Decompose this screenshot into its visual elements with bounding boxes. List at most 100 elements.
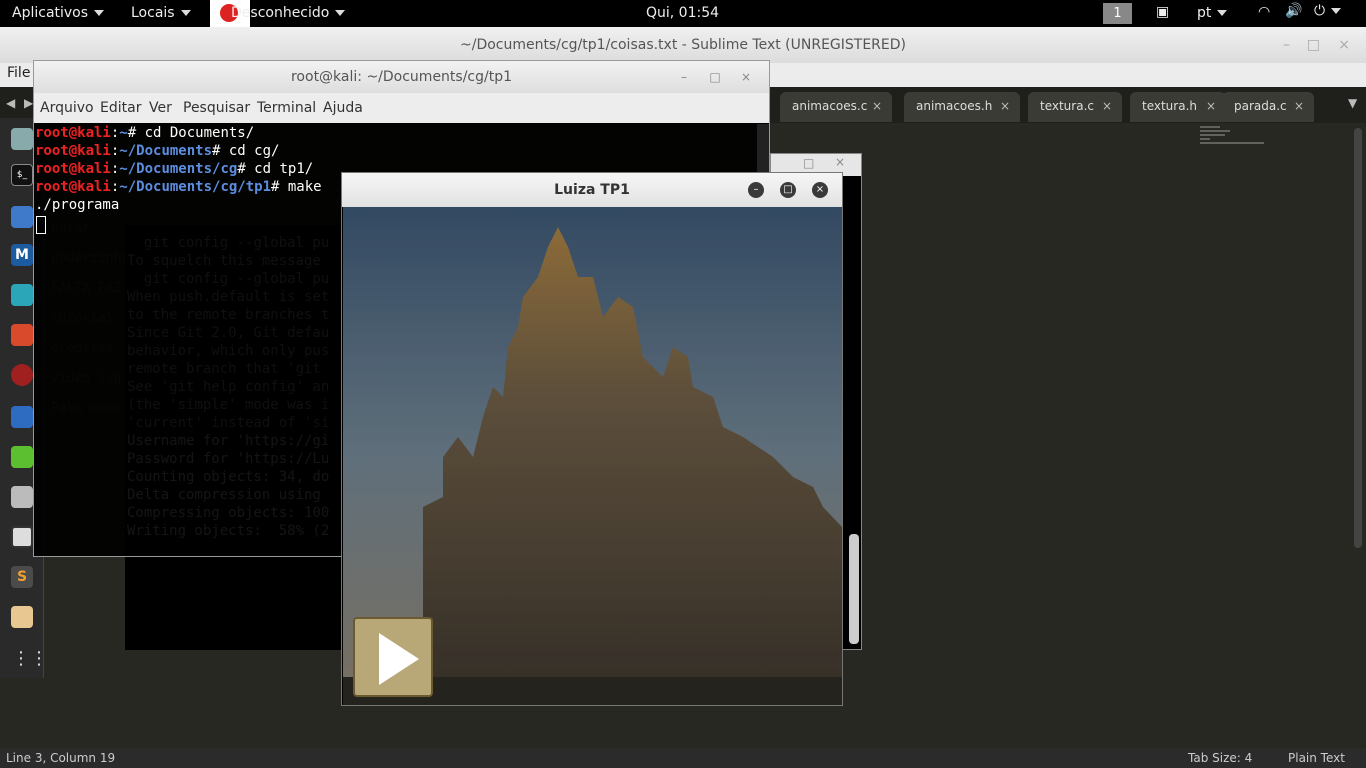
tab-textura-c[interactable]: textura.c × <box>1028 92 1122 122</box>
prompt-path: ~/Documents/cg <box>119 161 238 177</box>
command-text: # cd cg/ <box>212 143 280 159</box>
keyboard-layout-label: pt <box>1197 5 1212 21</box>
tab-size-indicator[interactable]: Tab Size: 4 <box>1188 748 1252 768</box>
terminal-last-line: ./programa <box>35 197 120 213</box>
show-apps-icon[interactable]: ⋮⋮ <box>12 648 48 669</box>
maximize-icon[interactable]: □ <box>803 156 814 170</box>
tab-animacoes-h[interactable]: animacoes.h × <box>904 92 1020 122</box>
sublime-maximize-button[interactable]: □ <box>1307 27 1320 63</box>
chevron-down-icon <box>1217 10 1228 16</box>
play-button[interactable] <box>353 617 433 697</box>
close-icon[interactable]: × <box>1000 92 1010 120</box>
terminal-line: root@kali:~/Documents/cg# cd tp1/ <box>35 161 314 177</box>
close-icon[interactable]: × <box>1294 92 1304 120</box>
wifi-icon[interactable]: ◠ <box>1258 4 1270 20</box>
close-icon[interactable]: × <box>738 69 754 85</box>
sublime-title-bar: ~/Documents/cg/tp1/coisas.txt - Sublime … <box>0 27 1366 63</box>
tab-parada-c[interactable]: parada.c × <box>1222 92 1314 122</box>
terminal-cursor <box>36 216 46 234</box>
terminal-scrollbar[interactable] <box>849 534 859 644</box>
burpsuite-icon[interactable] <box>11 324 33 346</box>
prompt-user: root@kali <box>35 125 111 141</box>
ghost-app-icon[interactable] <box>11 128 33 150</box>
tab-overflow-icon[interactable]: ▼ <box>1348 96 1357 110</box>
tab-label: textura.c <box>1040 99 1094 113</box>
maximize-icon[interactable]: □ <box>780 182 796 198</box>
recorder-icon[interactable] <box>11 526 33 548</box>
faraday-icon[interactable] <box>11 364 33 386</box>
armitage-icon[interactable] <box>11 284 33 306</box>
chevron-down-icon <box>94 10 105 16</box>
menu-ver[interactable]: Ver <box>149 93 172 123</box>
sublime-close-button[interactable]: × <box>1338 27 1350 63</box>
tab-textura-h[interactable]: textura.h × <box>1130 92 1226 122</box>
prompt-path: ~ <box>119 125 128 141</box>
sublime-title: ~/Documents/cg/tp1/coisas.txt - Sublime … <box>460 37 906 53</box>
terminal-output[interactable]: root@kali:~# cd Documents/ root@kali:~/D… <box>35 124 322 234</box>
clock[interactable]: Qui, 01:54 <box>646 5 719 21</box>
sublime-minimize-button[interactable]: – <box>1283 27 1290 63</box>
menu-pesquisar[interactable]: Pesquisar <box>183 93 250 123</box>
applications-label: Aplicativos <box>12 5 89 21</box>
menu-ajuda[interactable]: Ajuda <box>323 93 363 123</box>
minimap[interactable] <box>1200 124 1270 164</box>
power-icon[interactable]: ⏻ <box>1314 3 1342 19</box>
menu-terminal[interactable]: Terminal <box>257 93 316 123</box>
close-icon[interactable]: × <box>1206 92 1216 120</box>
sublime-text-icon[interactable]: S <box>11 566 33 588</box>
minimize-icon[interactable]: – <box>676 69 692 85</box>
luiza-title-bar: Luiza TP1 <box>342 173 842 207</box>
applications-menu[interactable]: Aplicativos <box>12 5 105 21</box>
keyboard-layout-menu[interactable]: pt <box>1197 5 1228 21</box>
chevron-down-icon <box>335 10 346 16</box>
maltego-icon[interactable] <box>11 406 33 428</box>
close-icon[interactable]: × <box>812 182 828 198</box>
sublime-scrollbar[interactable] <box>1354 128 1362 548</box>
terminal-line: root@kali:~/Documents# cd cg/ <box>35 143 280 159</box>
cursor-position: Line 3, Column 19 <box>6 751 116 765</box>
close-icon[interactable]: × <box>872 92 882 120</box>
tab-label: textura.h <box>1142 99 1197 113</box>
terminal-line: root@kali:~# cd Documents/ <box>35 125 255 141</box>
luiza-title: Luiza TP1 <box>554 182 630 198</box>
workspace-indicator[interactable]: 1 <box>1103 3 1132 24</box>
volume-icon[interactable]: 🔊 <box>1285 3 1302 19</box>
tab-scroll-right-icon[interactable]: ▶ <box>24 96 33 110</box>
tab-scroll-left-icon[interactable]: ◀ <box>6 96 15 110</box>
command-text: # cd Documents/ <box>127 125 255 141</box>
folder-icon[interactable] <box>11 206 33 228</box>
close-icon[interactable]: × <box>1102 92 1112 120</box>
sublime-status-bar: Line 3, Column 19 Tab Size: 4 Plain Text <box>0 748 1366 768</box>
notes-icon[interactable] <box>11 446 33 468</box>
places-label: Locais <box>131 5 175 21</box>
active-app-menu[interactable]: Desconhecido <box>231 5 346 21</box>
places-menu[interactable]: Locais <box>131 5 191 21</box>
prompt-user: root@kali <box>35 179 111 195</box>
menu-arquivo[interactable]: Arquivo <box>40 93 94 123</box>
tab-animacoes-c[interactable]: animacoes.c × <box>780 92 892 122</box>
terminal-line: root@kali:~/Documents/cg/tp1# make <box>35 179 322 195</box>
calculator-icon[interactable] <box>11 486 33 508</box>
terminal-title-bar: root@kali: ~/Documents/cg/tp1 <box>34 61 769 93</box>
sublime-menu-file[interactable]: File <box>7 65 30 81</box>
syntax-indicator[interactable]: Plain Text <box>1288 748 1345 768</box>
terminal-icon[interactable]: $_ <box>11 164 33 186</box>
tab-label: animacoes.h <box>916 99 993 113</box>
prompt-user: root@kali <box>35 161 111 177</box>
play-icon <box>379 633 419 685</box>
maximize-icon[interactable]: □ <box>707 69 723 85</box>
prompt-path: ~/Documents <box>119 143 213 159</box>
command-text: # make <box>271 179 322 195</box>
terminal-title: root@kali: ~/Documents/cg/tp1 <box>290 69 513 85</box>
metasploit-icon[interactable]: M <box>11 244 33 266</box>
close-icon[interactable]: × <box>835 155 845 169</box>
tab-label: parada.c <box>1234 99 1287 113</box>
camera-icon[interactable]: ▣ <box>1156 4 1169 20</box>
minimize-icon[interactable]: – <box>748 182 764 198</box>
luiza-tp1-window[interactable]: Luiza TP1 – □ × <box>341 172 843 706</box>
prompt-user: root@kali <box>35 143 111 159</box>
archive-icon[interactable] <box>11 606 33 628</box>
prompt-path: ~/Documents/cg/tp1 <box>119 179 272 195</box>
tab-label: animacoes.c <box>792 99 868 113</box>
menu-editar[interactable]: Editar <box>100 93 141 123</box>
